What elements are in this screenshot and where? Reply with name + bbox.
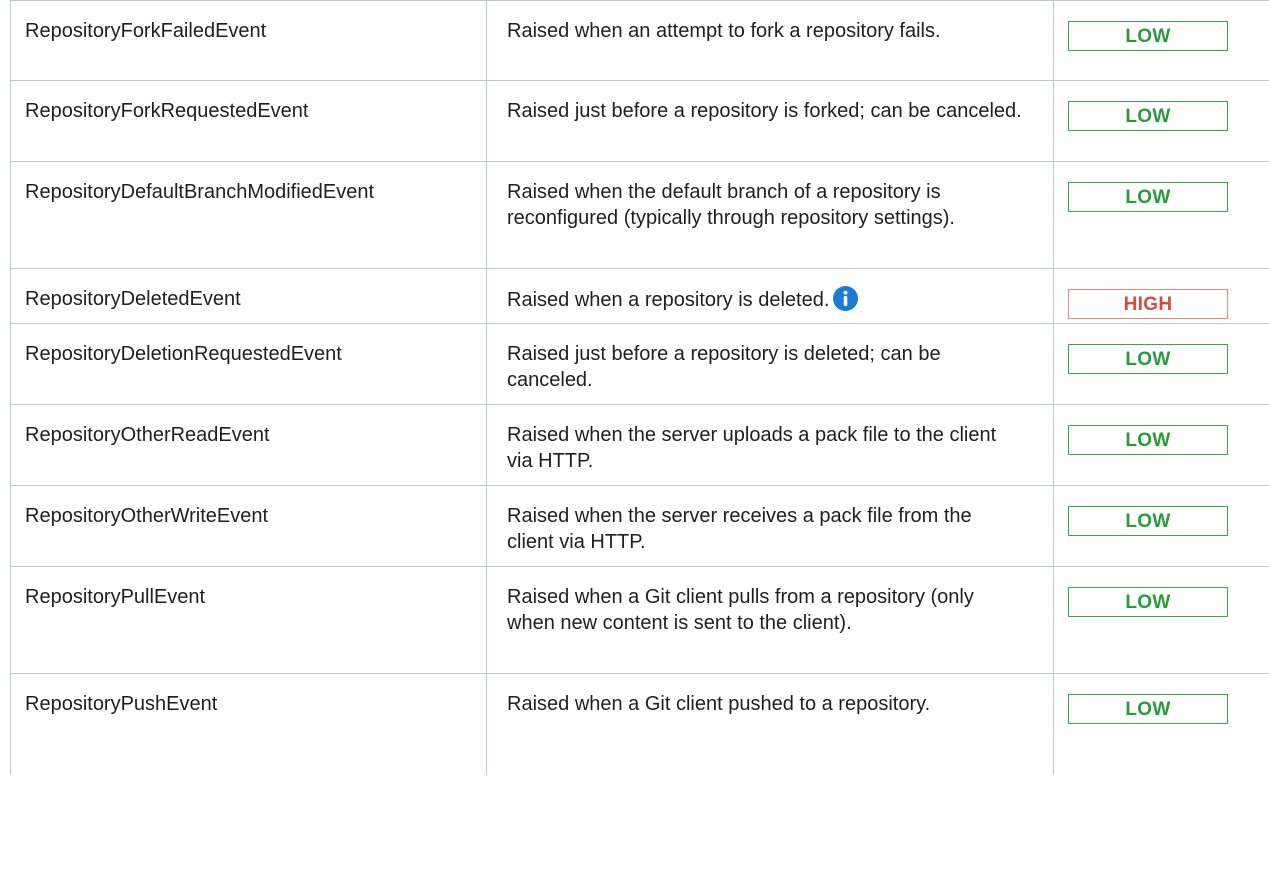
event-description: Raised when the server uploads a pack fi… [486,404,1054,486]
table-row: RepositoryOtherReadEvent Raised when the… [10,404,1269,486]
level-cell: LOW [1053,161,1269,269]
event-description: Raised when a Git client pulls from a re… [486,566,1054,674]
event-name: RepositoryForkFailedEvent [10,0,487,81]
level-cell: LOW [1053,404,1269,486]
event-name: RepositoryPushEvent [10,673,487,775]
event-description-text: Raised when a repository is deleted. [507,289,830,311]
level-cell: LOW [1053,0,1269,81]
event-name: RepositoryOtherWriteEvent [10,485,487,567]
event-description: Raised when a repository is deleted. [486,268,1054,324]
event-description: Raised when a Git client pushed to a rep… [486,673,1054,775]
level-cell: LOW [1053,566,1269,674]
level-badge: LOW [1068,101,1228,131]
table-row: RepositoryPullEvent Raised when a Git cl… [10,566,1269,674]
level-badge: LOW [1068,21,1228,51]
events-table: RepositoryForkFailedEvent Raised when an… [10,0,1269,775]
info-icon[interactable] [833,286,859,311]
event-name: RepositoryForkRequestedEvent [10,80,487,162]
level-badge: LOW [1068,506,1228,536]
table-row: RepositoryPushEvent Raised when a Git cl… [10,673,1269,775]
event-description: Raised when the default branch of a repo… [486,161,1054,269]
level-cell: LOW [1053,673,1269,775]
level-badge: LOW [1068,425,1228,455]
event-name: RepositoryDeletionRequestedEvent [10,323,487,405]
table-row: RepositoryForkRequestedEvent Raised just… [10,80,1269,162]
event-name: RepositoryPullEvent [10,566,487,674]
event-description: Raised just before a repository is forke… [486,80,1054,162]
event-name: RepositoryDefaultBranchModifiedEvent [10,161,487,269]
event-name: RepositoryDeletedEvent [10,268,487,324]
level-badge: LOW [1068,182,1228,212]
level-cell: LOW [1053,323,1269,405]
table-row: RepositoryDeletedEvent Raised when a rep… [10,268,1269,324]
event-description: Raised when the server receives a pack f… [486,485,1054,567]
event-description: Raised just before a repository is delet… [486,323,1054,405]
level-cell: LOW [1053,485,1269,567]
table-row: RepositoryDeletionRequestedEvent Raised … [10,323,1269,405]
level-badge: LOW [1068,587,1228,617]
level-badge: LOW [1068,344,1228,374]
level-badge: HIGH [1068,289,1228,319]
table-row: RepositoryForkFailedEvent Raised when an… [10,0,1269,81]
table-row: RepositoryDefaultBranchModifiedEvent Rai… [10,161,1269,269]
table-row: RepositoryOtherWriteEvent Raised when th… [10,485,1269,567]
level-badge: LOW [1068,694,1228,724]
event-description: Raised when an attempt to fork a reposit… [486,0,1054,81]
level-cell: HIGH [1053,268,1269,324]
level-cell: LOW [1053,80,1269,162]
event-name: RepositoryOtherReadEvent [10,404,487,486]
